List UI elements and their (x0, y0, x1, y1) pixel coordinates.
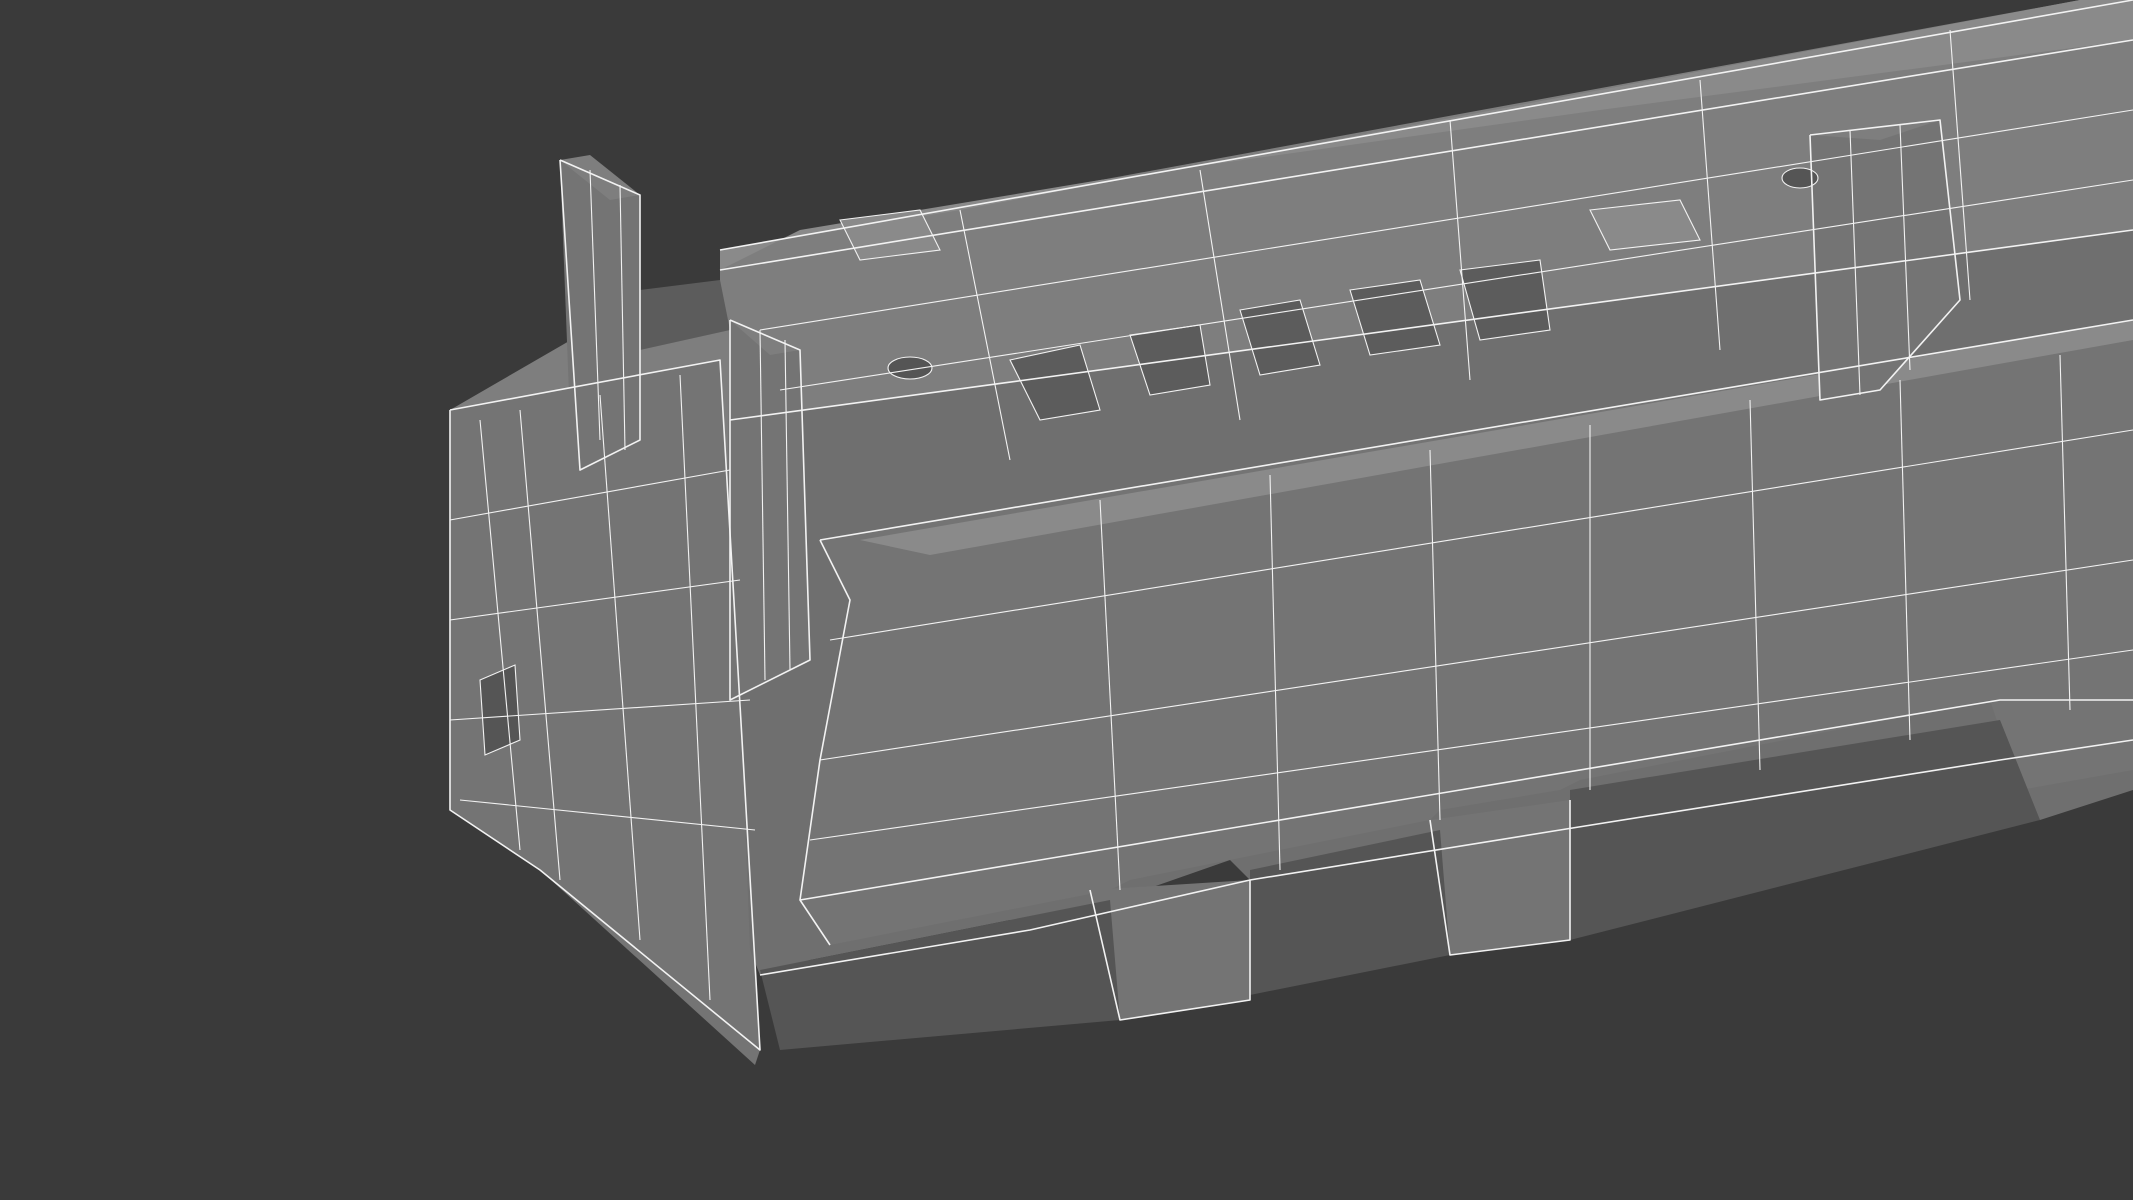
left-post-front (725, 312, 810, 700)
left-post-back (560, 155, 640, 470)
wireframe-model (449, 0, 2133, 1065)
render-viewport (0, 0, 2133, 1200)
